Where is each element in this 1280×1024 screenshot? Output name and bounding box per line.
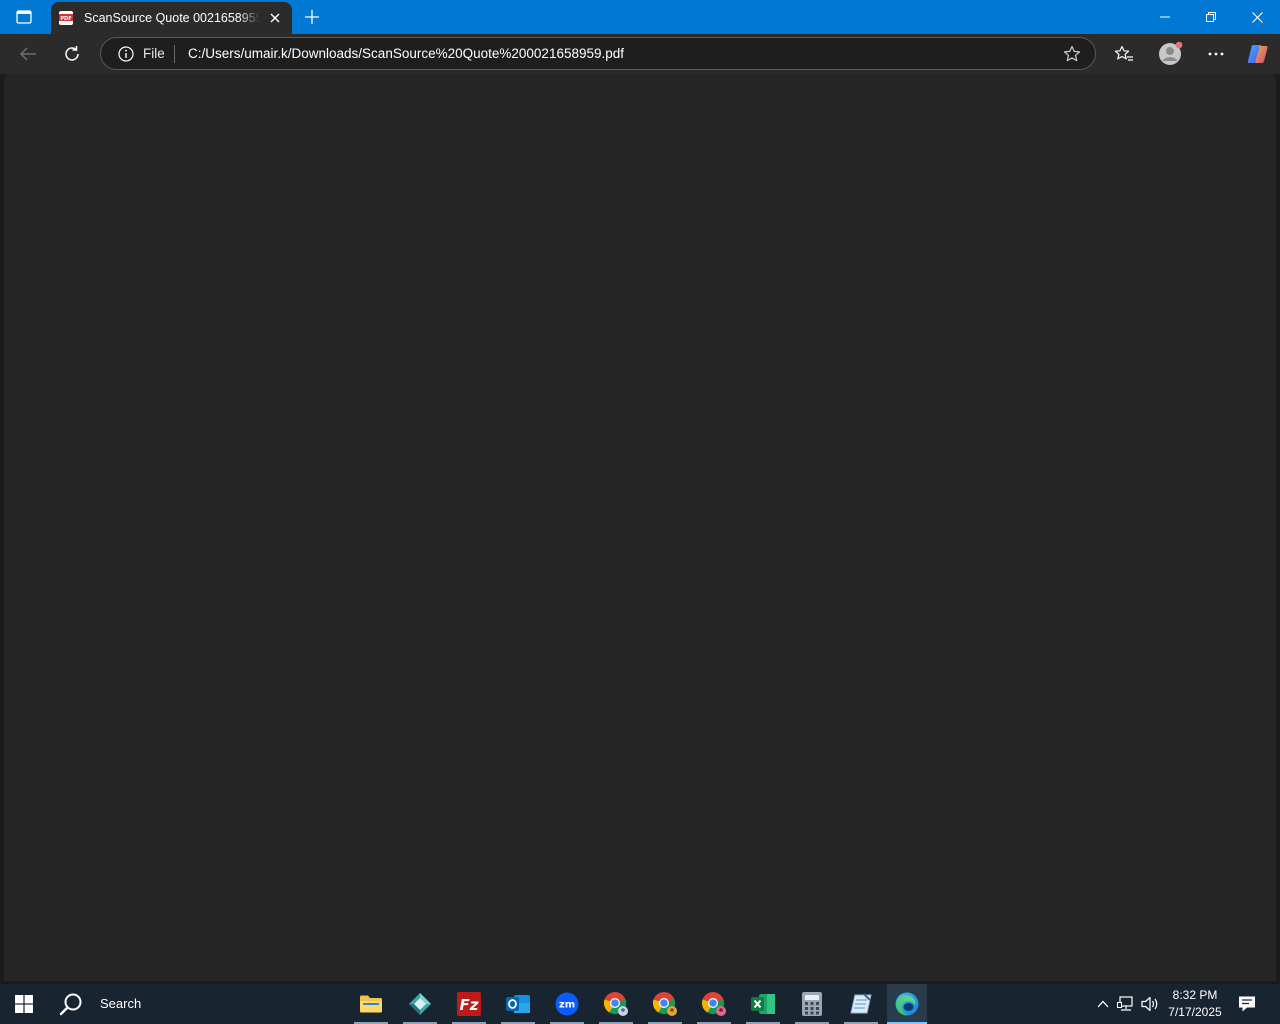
refresh-icon bbox=[65, 46, 79, 61]
svg-text:PDF: PDF bbox=[60, 16, 71, 22]
taskbar-outlook[interactable] bbox=[498, 984, 538, 1024]
search-icon[interactable] bbox=[58, 992, 84, 1018]
minimize-button[interactable] bbox=[1142, 0, 1188, 34]
notifications-icon[interactable] bbox=[1237, 994, 1257, 1014]
notepad-icon bbox=[850, 993, 872, 1014]
taskbar-notepad[interactable] bbox=[841, 984, 881, 1024]
windows-logo-icon bbox=[15, 995, 33, 1013]
avatar-icon bbox=[1159, 41, 1183, 65]
minimize-icon bbox=[1160, 16, 1170, 18]
taskbar-edge[interactable] bbox=[887, 984, 927, 1024]
taskbar-excel[interactable] bbox=[743, 984, 783, 1024]
favorite-star-icon[interactable] bbox=[1063, 45, 1081, 63]
folder-icon bbox=[360, 995, 382, 1013]
restore-icon bbox=[1206, 12, 1216, 22]
taskbar-chrome-profile-2[interactable] bbox=[645, 984, 685, 1024]
taskbar-chrome-profile-1[interactable] bbox=[596, 984, 636, 1024]
tab-title: ScanSource Quote 0021658959.pdf bbox=[84, 11, 260, 25]
taskbar-file-explorer[interactable] bbox=[351, 984, 391, 1024]
back-button[interactable] bbox=[12, 38, 44, 70]
taskbar-clock[interactable]: 8:32 PM 7/17/2025 bbox=[1160, 987, 1230, 1021]
favorites-icon bbox=[1114, 45, 1133, 61]
start-button[interactable] bbox=[0, 984, 48, 1024]
copilot-icon bbox=[1247, 45, 1268, 63]
favorites-button[interactable] bbox=[1108, 38, 1140, 70]
address-url[interactable]: C:/Users/umair.k/Downloads/ScanSource%20… bbox=[188, 46, 624, 61]
copilot-button[interactable] bbox=[1242, 38, 1274, 70]
new-tab-button[interactable] bbox=[301, 6, 323, 28]
address-scheme-label: File bbox=[143, 46, 165, 61]
close-window-button[interactable] bbox=[1234, 0, 1280, 34]
svg-text:Fz: Fz bbox=[460, 996, 479, 1014]
browser-tab-active[interactable]: PDF ScanSource Quote 0021658959.pdf bbox=[51, 2, 292, 34]
more-icon bbox=[1208, 52, 1224, 56]
tab-close-button[interactable] bbox=[267, 10, 283, 26]
clock-date: 7/17/2025 bbox=[1168, 1005, 1222, 1019]
windows-taskbar: Search Fz zm 8:32 PM 7/17/2025 bbox=[0, 984, 1280, 1024]
tab-actions-button[interactable] bbox=[10, 6, 38, 28]
chrome-icon bbox=[603, 992, 628, 1016]
address-bar[interactable]: File C:/Users/umair.k/Downloads/ScanSour… bbox=[100, 37, 1096, 70]
zoom-icon: zm bbox=[555, 992, 579, 1016]
taskbar-filezilla[interactable]: Fz bbox=[449, 984, 489, 1024]
chrome-icon bbox=[701, 992, 726, 1016]
back-arrow-icon bbox=[19, 47, 36, 61]
tab-actions-icon bbox=[16, 10, 32, 24]
svg-text:zm: zm bbox=[559, 1000, 575, 1011]
clock-time: 8:32 PM bbox=[1172, 988, 1218, 1002]
settings-more-button[interactable] bbox=[1200, 38, 1232, 70]
outlook-icon bbox=[506, 995, 530, 1013]
address-separator bbox=[174, 45, 175, 63]
taskbar-zoom[interactable]: zm bbox=[547, 984, 587, 1024]
taskbar-calculator[interactable] bbox=[792, 984, 832, 1024]
browser-toolbar: File C:/Users/umair.k/Downloads/ScanSour… bbox=[0, 34, 1280, 74]
volume-icon[interactable] bbox=[1140, 994, 1160, 1014]
site-info-icon[interactable] bbox=[118, 46, 134, 62]
network-icon[interactable] bbox=[1116, 994, 1136, 1014]
restore-button[interactable] bbox=[1188, 0, 1234, 34]
pdf-icon: PDF bbox=[58, 10, 74, 26]
diamond-app-icon bbox=[409, 993, 431, 1015]
chrome-icon bbox=[652, 992, 677, 1016]
calculator-icon bbox=[802, 992, 822, 1016]
plus-icon bbox=[305, 10, 319, 24]
edge-icon bbox=[895, 992, 919, 1016]
excel-icon bbox=[751, 994, 775, 1014]
show-hidden-icons-button[interactable] bbox=[1093, 994, 1113, 1014]
pdf-viewer-content[interactable] bbox=[4, 74, 1276, 981]
filezilla-icon: Fz bbox=[457, 992, 481, 1016]
close-icon bbox=[1251, 11, 1263, 23]
profile-button[interactable] bbox=[1154, 38, 1186, 70]
close-icon bbox=[270, 13, 280, 23]
chevron-up-icon bbox=[1097, 1000, 1109, 1008]
taskbar-chrome-profile-3[interactable] bbox=[694, 984, 734, 1024]
taskbar-search-label[interactable]: Search bbox=[100, 996, 141, 1011]
refresh-button[interactable] bbox=[56, 38, 88, 70]
taskbar-app-diamond[interactable] bbox=[400, 984, 440, 1024]
title-bar: PDF ScanSource Quote 0021658959.pdf bbox=[0, 0, 1280, 34]
